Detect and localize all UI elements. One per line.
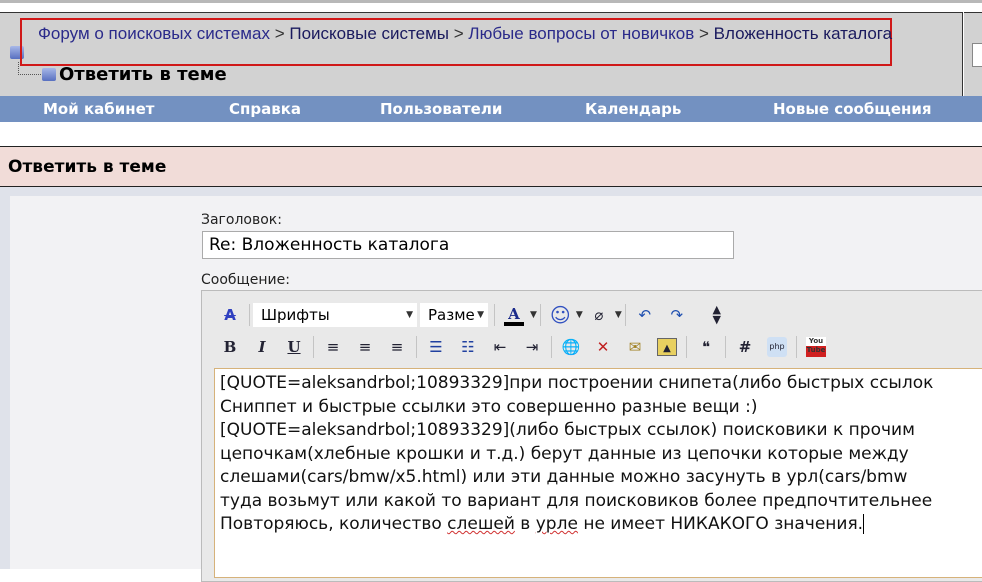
misspelled-word: слешей: [447, 514, 515, 534]
size-select[interactable]: Разме ▼: [420, 303, 488, 327]
side-box: [972, 43, 982, 67]
breadcrumb-search-systems[interactable]: Поисковые системы: [289, 24, 449, 43]
youtube-icon[interactable]: You Tube: [806, 337, 826, 357]
nav-users[interactable]: Пользователи: [380, 96, 502, 122]
chevron-down-icon[interactable]: ▼: [615, 310, 622, 320]
font-select-value: Шрифты: [261, 306, 330, 324]
top-strip: [0, 0, 982, 3]
message-line: Повторяюсь, количество слешей в урле не …: [220, 513, 982, 537]
nav-new-posts[interactable]: Новые сообщения: [773, 96, 932, 122]
text-run: не имеет НИКАКОГО значения.: [577, 514, 864, 534]
message-textarea[interactable]: [QUOTE=aleksandrbol;10893329]при построе…: [214, 368, 982, 578]
underline-icon[interactable]: U: [284, 337, 304, 357]
chevron-down-icon[interactable]: ▼: [576, 310, 583, 320]
toolbar-row-1: A Шрифты ▼ Разме ▼ A ▼ ☺ ▼ ⌀ ▼ ↶ ↷ ▲ ▼: [214, 302, 733, 328]
breadcrumb-forum[interactable]: Форум о поисковых системах: [38, 24, 270, 43]
hash-code-icon[interactable]: #: [735, 337, 755, 357]
insert-link-icon[interactable]: 🌐: [561, 337, 581, 357]
resize-icon[interactable]: ▲ ▼: [707, 304, 727, 325]
breadcrumb-separator: >: [698, 24, 709, 43]
message-line: [QUOTE=aleksandrbol;10893329](либо быстр…: [220, 420, 915, 440]
smiley-icon[interactable]: ☺: [550, 305, 571, 325]
outdent-icon[interactable]: ⇤: [490, 337, 510, 357]
align-center-icon[interactable]: ≡: [355, 337, 375, 357]
text-caret: [863, 514, 865, 534]
message-line: цепочкам(хлебные крошки и т.д.) берут да…: [220, 443, 909, 464]
message-label: Сообщение:: [201, 272, 290, 288]
chevron-down-icon: ▼: [406, 310, 413, 320]
unordered-list-icon[interactable]: ☷: [458, 337, 478, 357]
message-line: слешами(cars/bmw/x5.html) или эти данные…: [220, 467, 908, 487]
font-select[interactable]: Шрифты ▼: [253, 303, 417, 327]
breadcrumb-separator: >: [274, 24, 285, 43]
php-icon[interactable]: php: [767, 337, 787, 357]
section-title: Ответить в теме: [8, 157, 167, 177]
title-label: Заголовок:: [201, 212, 282, 228]
text-run: Повторяюсь, количество: [220, 514, 448, 534]
align-right-icon[interactable]: ≡: [387, 337, 407, 357]
size-select-value: Разме: [428, 306, 475, 324]
breadcrumb-current-thread[interactable]: Вложенность каталога: [714, 24, 892, 43]
attachment-icon[interactable]: ⌀: [589, 305, 609, 325]
breadcrumb: Форум о поисковых системах > Поисковые с…: [38, 24, 898, 43]
align-left-icon[interactable]: ≡: [323, 337, 343, 357]
text-run: в: [514, 514, 536, 534]
message-line: Сниппет и быстрые ссылки это совершенно …: [220, 396, 758, 417]
toolbar-row-2: B I U ≡ ≡ ≡ ☰ ☷ ⇤ ⇥ 🌐 ✕ ✉ ▲ ❝ # php You …: [214, 334, 832, 360]
message-line: [QUOTE=aleksandrbol;10893329]при построе…: [220, 373, 934, 393]
chevron-down-icon: ▼: [477, 310, 484, 320]
insert-image-icon[interactable]: ▲: [657, 338, 677, 356]
insert-email-icon[interactable]: ✉: [625, 337, 645, 357]
section-header: Ответить в теме: [0, 146, 982, 187]
undo-icon[interactable]: ↶: [635, 305, 655, 325]
indent-icon[interactable]: ⇥: [522, 337, 542, 357]
bold-icon[interactable]: B: [220, 337, 240, 357]
ordered-list-icon[interactable]: ☰: [426, 337, 446, 357]
italic-icon[interactable]: I: [252, 337, 272, 357]
redo-icon[interactable]: ↷: [667, 305, 687, 325]
breadcrumb-newbie-questions[interactable]: Любые вопросы от новичков: [468, 24, 694, 43]
remove-link-icon[interactable]: ✕: [593, 337, 613, 357]
chevron-down-icon[interactable]: ▼: [530, 310, 537, 320]
title-input[interactable]: [202, 231, 734, 259]
message-line: туда возьмут или какой то вариант для по…: [220, 490, 933, 511]
folder-open-icon: [42, 68, 56, 81]
nav-help[interactable]: Справка: [229, 96, 301, 122]
nav-my-cabinet[interactable]: Мой кабинет: [43, 96, 154, 122]
quote-icon[interactable]: ❝: [696, 337, 716, 357]
misspelled-word: урле: [535, 514, 578, 534]
header-side: [964, 12, 982, 96]
main-nav: Мой кабинет Справка Пользователи Календа…: [0, 96, 982, 122]
nav-calendar[interactable]: Календарь: [585, 96, 681, 122]
page-title: Ответить в теме: [59, 64, 227, 85]
breadcrumb-separator: >: [453, 24, 464, 43]
text-color-icon[interactable]: A: [504, 304, 524, 326]
remove-format-icon[interactable]: A: [220, 305, 240, 325]
